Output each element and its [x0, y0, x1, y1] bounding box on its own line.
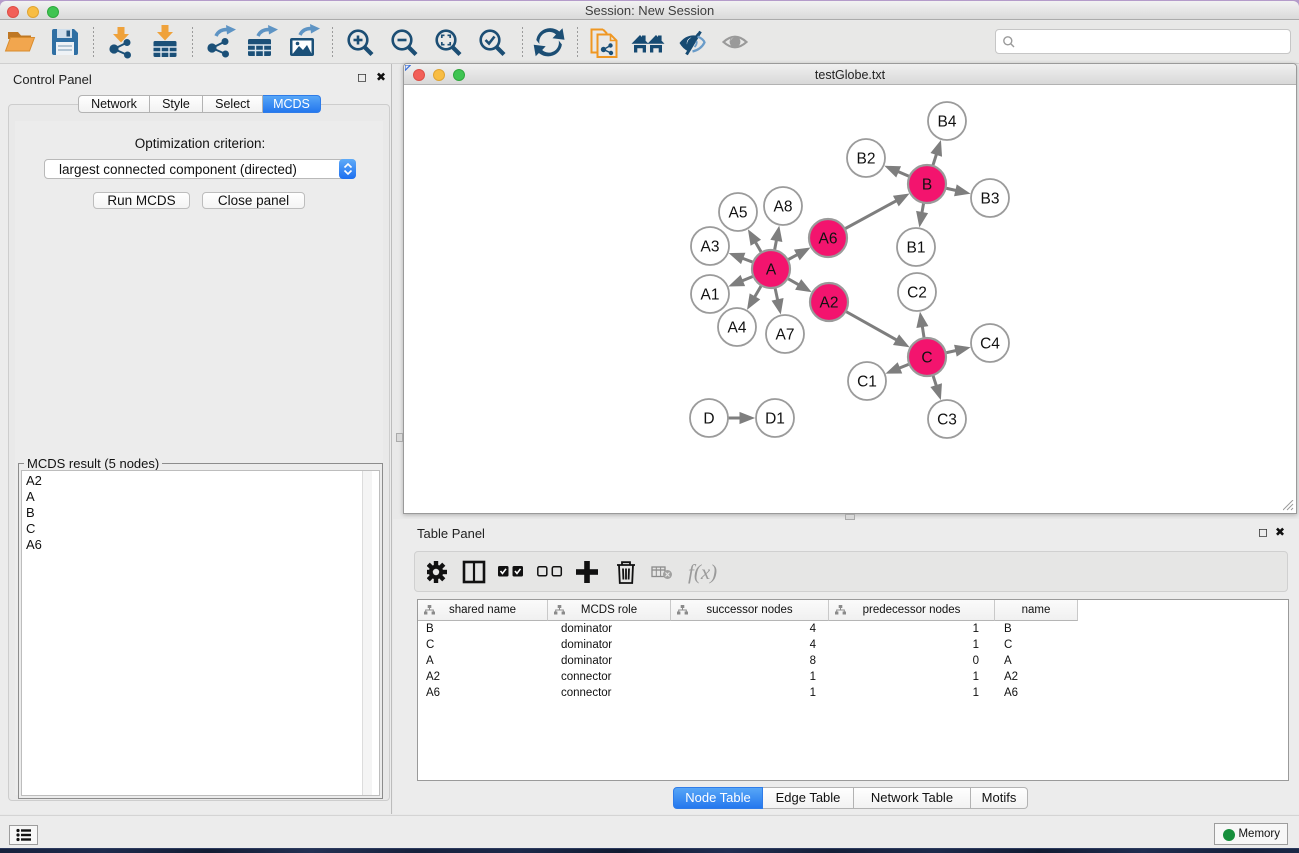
svg-text:A5: A5	[729, 205, 748, 222]
svg-text:D: D	[703, 411, 714, 428]
svg-text:B: B	[922, 177, 932, 194]
svg-text:C2: C2	[907, 285, 927, 302]
svg-text:B3: B3	[981, 191, 1000, 208]
svg-text:C4: C4	[980, 336, 1000, 353]
svg-text:A7: A7	[776, 327, 795, 344]
svg-text:C3: C3	[937, 412, 957, 429]
svg-text:A4: A4	[728, 320, 747, 337]
svg-text:C1: C1	[857, 374, 877, 391]
svg-text:A8: A8	[774, 199, 793, 216]
svg-text:A6: A6	[819, 231, 838, 248]
svg-text:A1: A1	[701, 287, 720, 304]
svg-text:A2: A2	[820, 295, 839, 312]
svg-text:B4: B4	[938, 114, 957, 131]
svg-text:C: C	[921, 350, 932, 367]
svg-text:f(x): f(x)	[688, 560, 717, 584]
svg-text:A: A	[766, 262, 777, 279]
svg-text:A3: A3	[701, 239, 720, 256]
svg-text:B1: B1	[907, 240, 926, 257]
svg-text:D1: D1	[765, 411, 785, 428]
svg-text:B2: B2	[857, 151, 876, 168]
